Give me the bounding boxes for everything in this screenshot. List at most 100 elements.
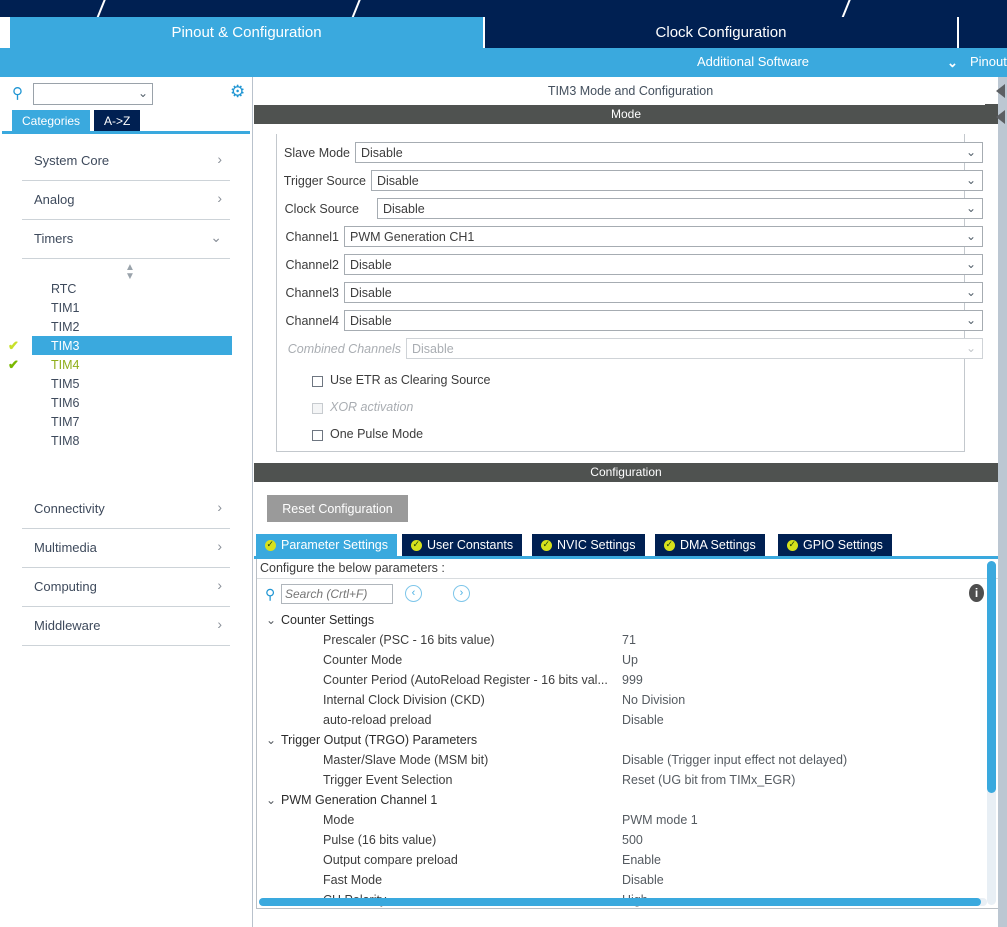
sidebar-category-label: Connectivity <box>34 501 105 516</box>
tab-pinout-configuration[interactable]: Pinout & Configuration <box>10 17 483 48</box>
next-match-button[interactable]: › <box>453 585 470 602</box>
table-row[interactable]: Output compare preload Enable <box>257 851 998 871</box>
sidebar-category-timers[interactable]: Timers ⌄ <box>22 220 230 259</box>
info-icon[interactable]: i <box>969 584 984 602</box>
tab-gpio-settings-label: GPIO Settings <box>803 538 883 552</box>
tab-dma-settings[interactable]: DMA Settings <box>655 534 765 556</box>
param-value: Reset (UG bit from TIMx_EGR) <box>622 773 796 787</box>
mode-box: Slave Mode Disable ⌄ Trigger Source Disa… <box>276 134 983 452</box>
group-pwm-generation-channel-1[interactable]: ⌄ PWM Generation Channel 1 <box>257 791 998 811</box>
channel3-select[interactable]: Disable ⌄ <box>344 282 983 303</box>
param-name: Trigger Event Selection <box>323 773 453 787</box>
reset-configuration-button[interactable]: Reset Configuration <box>267 495 408 522</box>
pinout-view-button[interactable]: Pinout <box>970 54 1007 69</box>
chevron-down-icon: ⌄ <box>965 145 976 159</box>
main-tab-bar: Pinout & Configuration Clock Configurati… <box>0 17 1007 48</box>
title-band <box>0 0 1007 17</box>
param-value: 500 <box>622 833 643 847</box>
mode-row-channel2: Channel2 Disable ⌄ <box>277 252 983 280</box>
horizontal-scrollbar-thumb[interactable] <box>259 898 981 906</box>
table-row[interactable]: Counter Period (AutoReload Register - 16… <box>257 671 998 691</box>
group-trigger-output[interactable]: ⌄ Trigger Output (TRGO) Parameters <box>257 731 998 751</box>
channel2-select[interactable]: Disable ⌄ <box>344 254 983 275</box>
collapse-arrow-icon[interactable] <box>996 84 1005 98</box>
chevron-down-icon: ⌄ <box>965 173 976 187</box>
table-row[interactable]: Pulse (16 bits value) 500 <box>257 831 998 851</box>
list-item[interactable]: TIM2 <box>32 317 232 336</box>
table-row[interactable]: Trigger Event Selection Reset (UG bit fr… <box>257 771 998 791</box>
combined-channels-label: Combined Channels <box>287 342 401 356</box>
use-etr-checkbox[interactable] <box>312 376 323 387</box>
horizontal-scrollbar[interactable] <box>259 898 987 906</box>
param-name: Prescaler (PSC - 16 bits value) <box>323 633 495 647</box>
sidebar-category-system-core[interactable]: System Core › <box>22 142 230 181</box>
search-input[interactable] <box>281 584 393 604</box>
list-item[interactable]: RTC <box>32 279 232 298</box>
tab-user-constants-label: User Constants <box>427 538 514 552</box>
channel1-select[interactable]: PWM Generation CH1 ⌄ <box>344 226 983 247</box>
sidebar-category-analog[interactable]: Analog › <box>22 181 230 220</box>
tab-user-constants[interactable]: User Constants <box>402 534 523 556</box>
chevron-down-icon: ⌄ <box>965 341 976 355</box>
additional-software-button[interactable]: Additional Software <box>697 54 809 69</box>
mode-row-slave-mode: Slave Mode Disable ⌄ <box>277 140 983 168</box>
sidebar-tab-a-to-z-label: A->Z <box>104 113 131 128</box>
search-icon: ⚲ <box>12 85 23 102</box>
channel4-select[interactable]: Disable ⌄ <box>344 310 983 331</box>
tab-parameter-settings[interactable]: Parameter Settings <box>256 534 397 556</box>
pane-splitter[interactable] <box>998 77 1007 927</box>
prev-match-button[interactable]: ‹ <box>405 585 422 602</box>
mode-row-clock-source: Clock Source Disable ⌄ <box>277 196 983 224</box>
expand-arrow-icon[interactable] <box>996 110 1005 124</box>
sidebar-tab-a-to-z[interactable]: A->Z <box>94 110 141 131</box>
table-row[interactable]: Internal Clock Division (CKD) No Divisio… <box>257 691 998 711</box>
sidebar-tab-categories-label: Categories <box>22 113 81 128</box>
sidebar-category-computing[interactable]: Computing › <box>22 568 230 607</box>
channel2-value: Disable <box>350 258 392 272</box>
tab-nvic-settings[interactable]: NVIC Settings <box>532 534 645 556</box>
table-row[interactable]: auto-reload preload Disable <box>257 711 998 731</box>
gear-icon[interactable]: ⚙ <box>230 83 245 100</box>
param-name: Counter Mode <box>323 653 403 667</box>
tab-gpio-settings[interactable]: GPIO Settings <box>778 534 892 556</box>
tab-clock-configuration[interactable]: Clock Configuration <box>485 17 957 48</box>
sidebar-item-tim3[interactable]: ✔ TIM3 <box>8 336 232 355</box>
list-item[interactable]: TIM7 <box>32 412 232 431</box>
group-counter-settings[interactable]: ⌄ Counter Settings <box>257 611 998 631</box>
trigger-source-select[interactable]: Disable ⌄ <box>371 170 983 191</box>
vertical-scrollbar-thumb[interactable] <box>987 561 996 793</box>
list-item[interactable]: TIM6 <box>32 393 232 412</box>
sidebar-item-tim4[interactable]: ✔ TIM4 <box>8 355 232 374</box>
table-row[interactable]: Master/Slave Mode (MSM bit) Disable (Tri… <box>257 751 998 771</box>
sidebar-category-multimedia[interactable]: Multimedia › <box>22 529 230 568</box>
timer-label: TIM8 <box>51 433 80 448</box>
sidebar-tab-categories[interactable]: Categories <box>12 110 91 131</box>
sidebar-category-label: Analog <box>34 192 75 207</box>
sidebar-search-combo[interactable]: ⌄ <box>33 83 153 105</box>
channel3-value: Disable <box>350 286 392 300</box>
channel4-label: Channel4 <box>285 314 339 328</box>
sidebar-category-label: Timers <box>34 231 74 246</box>
table-row[interactable]: Fast Mode Disable <box>257 871 998 891</box>
list-item[interactable]: TIM8 <box>32 431 232 450</box>
timer-label: TIM7 <box>51 414 80 429</box>
one-pulse-mode-checkbox[interactable] <box>312 430 323 441</box>
timer-label: TIM5 <box>51 376 80 391</box>
list-item[interactable]: TIM5 <box>32 374 232 393</box>
clock-source-select[interactable]: Disable ⌄ <box>377 198 983 219</box>
slave-mode-label: Slave Mode <box>283 146 350 160</box>
list-item[interactable]: TIM1 <box>32 298 232 317</box>
table-row[interactable]: Counter Mode Up <box>257 651 998 671</box>
chevron-down-icon: ⌄ <box>965 285 976 299</box>
parameter-search-row: ⚲ ‹ › i <box>257 579 998 611</box>
table-row[interactable]: Mode PWM mode 1 <box>257 811 998 831</box>
tab-third[interactable] <box>959 17 1007 48</box>
slave-mode-select[interactable]: Disable ⌄ <box>355 142 983 163</box>
sidebar-category-connectivity[interactable]: Connectivity › <box>22 490 230 529</box>
sidebar-category-middleware[interactable]: Middleware › <box>22 607 230 646</box>
sidebar-search-row: ⚲ ⌄ ⚙ <box>0 77 252 110</box>
band-slash <box>839 0 853 17</box>
channel3-label: Channel3 <box>285 286 339 300</box>
vertical-scrollbar[interactable] <box>987 561 996 905</box>
table-row[interactable]: Prescaler (PSC - 16 bits value) 71 <box>257 631 998 651</box>
